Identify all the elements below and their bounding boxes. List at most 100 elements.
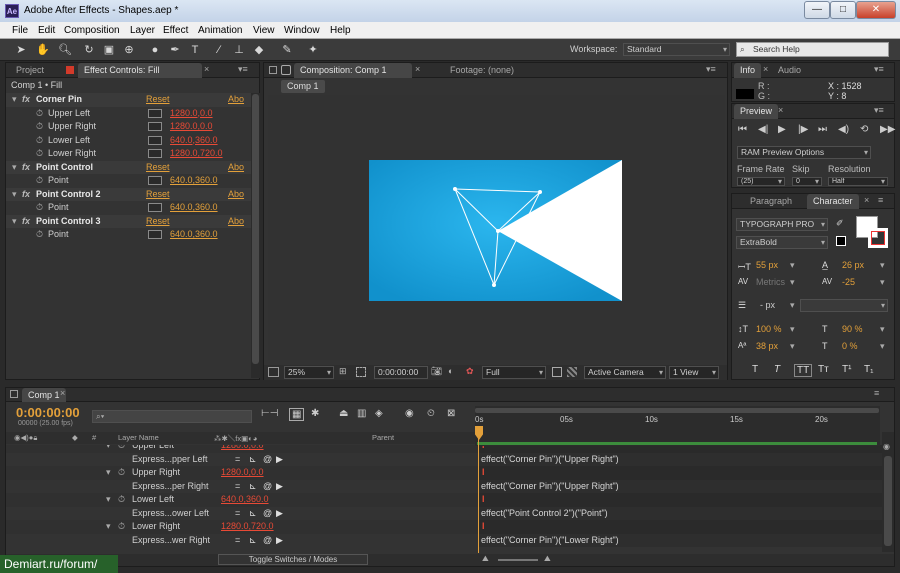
font-size-dropdown-icon[interactable]: ▾ (790, 260, 795, 271)
camera-select[interactable]: Active Camera (584, 366, 666, 379)
menu-file[interactable]: File (12, 25, 28, 36)
ram-preview-options-select[interactable]: RAM Preview Options (737, 146, 871, 159)
maximize-button[interactable]: □ (830, 1, 856, 19)
resolution-icon[interactable]: ⊞ (339, 366, 347, 377)
auto-keyframe-icon[interactable]: ⊠ (447, 408, 455, 419)
stopwatch-icon[interactable]: ⏱ (36, 202, 43, 213)
expression-graph-icon[interactable]: ⊾ (249, 508, 257, 519)
transparency-grid-icon[interactable] (567, 367, 577, 377)
stopwatch-icon[interactable]: ⏱ (118, 467, 125, 478)
close-tab-icon[interactable]: × (864, 195, 869, 205)
tab-info[interactable]: Info (734, 63, 762, 78)
font-style-select[interactable]: ExtraBold (736, 236, 828, 249)
fx-toggle-icon[interactable]: fx (22, 216, 30, 226)
always-preview-icon[interactable] (268, 367, 279, 377)
vertical-scale-value[interactable]: 100 % (756, 324, 782, 334)
search-help-input[interactable]: ⌕ Search Help (736, 42, 889, 57)
disclosure-triangle-icon[interactable]: ▾ (12, 216, 17, 227)
close-tab-icon[interactable]: × (204, 64, 209, 74)
motion-blur-icon[interactable]: ◈ (375, 408, 383, 419)
expression-language-menu-icon[interactable]: ▶ (276, 508, 283, 519)
frame-rate-select[interactable]: (25) (737, 177, 785, 186)
small-caps-icon[interactable]: Tт (818, 364, 829, 375)
effect-scrollbar[interactable] (251, 93, 260, 378)
work-area-bar[interactable] (477, 442, 877, 445)
menu-layer[interactable]: Layer (130, 25, 155, 36)
effect-about-link[interactable]: Abo (228, 94, 248, 104)
leading-value[interactable]: 26 px (842, 260, 864, 270)
playhead[interactable] (475, 426, 483, 440)
horizontal-scale-dropdown-icon[interactable]: ▾ (880, 324, 885, 335)
effect-group-row[interactable]: ▾ fx Point Control 3 Reset Abo (6, 214, 252, 228)
show-snapshot-icon[interactable]: ◐ (448, 366, 453, 376)
tsume-dropdown-icon[interactable]: ▾ (880, 341, 885, 352)
kerning-value[interactable]: Metrics (756, 277, 785, 287)
close-tab-icon[interactable]: × (60, 388, 65, 398)
menu-animation[interactable]: Animation (198, 25, 242, 36)
faux-italic-icon[interactable]: T (774, 364, 780, 375)
close-button[interactable]: ✕ (856, 1, 896, 19)
crosshair-icon[interactable] (148, 230, 162, 239)
clone-stamp-tool-icon[interactable]: ⊥ (232, 43, 246, 57)
tab-effect-controls[interactable]: Effect Controls: Fill (78, 63, 202, 78)
workspace-select[interactable]: Standard (623, 43, 730, 56)
toggle-switches-modes-button[interactable]: Toggle Switches / Modes (218, 554, 368, 565)
property-value[interactable]: 640.0,360.0 (170, 229, 218, 239)
puppet-tool-icon[interactable]: ✦ (306, 43, 320, 57)
layer-search-input[interactable]: ⌕▾ (92, 410, 252, 423)
timeline-expression-row[interactable]: Express...wer Right = ⊾ @ ▶ (6, 533, 478, 547)
disclosure-triangle-icon[interactable]: ▾ (12, 162, 17, 173)
tracking-dropdown-icon[interactable]: ▾ (880, 277, 885, 288)
expression-graph-icon[interactable]: ⊾ (249, 481, 257, 492)
timeline-property-row[interactable]: ▾ ⏱ Upper Left 1280.0,0.0 (6, 445, 478, 453)
parent-header[interactable]: Parent (372, 433, 394, 442)
superscript-icon[interactable]: T¹ (842, 364, 851, 375)
crosshair-icon[interactable] (148, 108, 162, 118)
close-tab-icon[interactable]: × (415, 64, 420, 74)
camera-tool-icon[interactable]: ▣ (102, 43, 116, 57)
skip-select[interactable]: 0 (792, 177, 822, 186)
timeline-property-value[interactable]: 1280.0,0.0 (221, 445, 264, 450)
effect-reset-link[interactable]: Reset (146, 189, 170, 199)
expression-enable-icon[interactable]: = (235, 454, 240, 464)
disclosure-triangle-icon[interactable]: ▾ (12, 94, 17, 105)
zoom-select[interactable]: 25% (284, 366, 334, 379)
property-value[interactable]: 1280.0,720.0 (170, 148, 223, 158)
stroke-color-swatch[interactable] (868, 228, 888, 248)
property-value[interactable]: 640.0,360.0 (170, 175, 218, 185)
quality-select[interactable]: Full (482, 366, 546, 379)
disclosure-triangle-icon[interactable]: ▾ (12, 189, 17, 200)
audio-icon[interactable]: ◀) (838, 124, 849, 135)
tab-project[interactable]: Project (10, 63, 50, 78)
panel-menu-icon[interactable]: ▾≡ (874, 64, 884, 75)
panel-menu-icon[interactable]: ≡ (878, 195, 883, 205)
snapshot-icon[interactable]: 📷︎ (431, 366, 442, 377)
black-swatch[interactable] (836, 236, 846, 246)
timeline-expression-row[interactable]: Express...per Right = ⊾ @ ▶ (6, 479, 478, 493)
graph-editor-icon[interactable]: ◉ (405, 408, 414, 419)
crosshair-icon[interactable] (148, 122, 162, 131)
effect-about-link[interactable]: Abo (228, 162, 248, 172)
tab-character[interactable]: Character (807, 194, 859, 209)
stopwatch-icon[interactable]: ⏱ (36, 229, 43, 240)
expression-text[interactable]: effect("Point Control 2")("Point") (481, 508, 608, 518)
shape-tool-icon[interactable]: ● (148, 43, 162, 57)
minimize-button[interactable]: — (804, 1, 830, 19)
layer-name-header[interactable]: Layer Name (118, 433, 159, 442)
tab-composition[interactable]: Composition: Comp 1 (294, 63, 412, 78)
resolution-select[interactable]: Half (828, 177, 888, 186)
timeline-property-row[interactable]: ▾ ⏱ Lower Left 640.0,360.0 (6, 493, 478, 507)
all-caps-icon[interactable]: TT (794, 364, 813, 377)
timeline-property-value[interactable]: 1280.0,0.0 (221, 467, 264, 477)
effect-reset-link[interactable]: Reset (146, 162, 170, 172)
hide-shy-icon[interactable]: ⏏ (339, 408, 348, 419)
faux-bold-icon[interactable]: T (752, 364, 758, 375)
expression-text[interactable]: effect("Corner Pin")("Upper Right") (481, 454, 619, 464)
scroll-thumb[interactable] (884, 456, 892, 546)
effect-group-row[interactable]: ▾ fx Point Control 2 Reset Abo (6, 187, 252, 201)
menu-effect[interactable]: Effect (163, 25, 188, 36)
stopwatch-icon[interactable]: ⏱ (118, 445, 125, 451)
stopwatch-icon[interactable]: ⏱ (36, 148, 43, 159)
disclosure-triangle-icon[interactable]: ▾ (106, 467, 111, 478)
views-select[interactable]: 1 View (669, 366, 719, 379)
